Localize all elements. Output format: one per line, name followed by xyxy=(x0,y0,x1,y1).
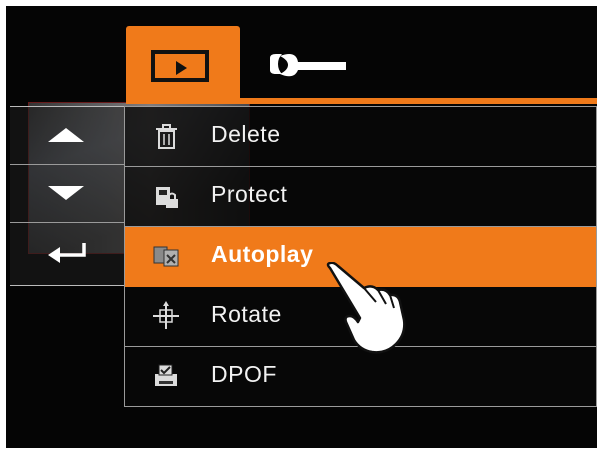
nav-up-button[interactable] xyxy=(10,107,125,165)
nav-enter-button[interactable] xyxy=(10,223,125,281)
wrench-icon xyxy=(270,54,346,77)
menu-item-label: DPOF xyxy=(211,361,277,387)
tab-underline xyxy=(126,98,597,104)
arrow-down-icon xyxy=(48,186,84,200)
playback-menu: Delete Protect Autoplay Rotate DPOF xyxy=(124,106,597,407)
camera-screen: Delete Protect Autoplay Rotate DPOF xyxy=(6,6,597,448)
enter-return-icon xyxy=(48,243,86,263)
slideshow-icon xyxy=(153,246,179,267)
menu-item-label: Protect xyxy=(211,181,288,207)
arrow-up-icon xyxy=(48,128,84,142)
rotate-crosshair-icon xyxy=(153,301,179,329)
menu-item-protect[interactable]: Protect xyxy=(125,167,596,227)
protect-lock-icon xyxy=(156,187,178,208)
playback-icon xyxy=(151,50,209,82)
tab-setup[interactable] xyxy=(246,26,356,104)
nav-column xyxy=(10,106,125,286)
menu-item-label: Delete xyxy=(211,121,281,147)
print-order-icon xyxy=(155,364,177,386)
menu-item-label: Rotate xyxy=(211,301,282,327)
tab-playback[interactable] xyxy=(126,26,240,104)
menu-item-delete[interactable]: Delete xyxy=(125,107,596,167)
nav-down-button[interactable] xyxy=(10,165,125,223)
trash-icon xyxy=(156,124,177,149)
pointing-hand-icon xyxy=(326,262,406,354)
menu-item-label: Autoplay xyxy=(211,241,314,267)
